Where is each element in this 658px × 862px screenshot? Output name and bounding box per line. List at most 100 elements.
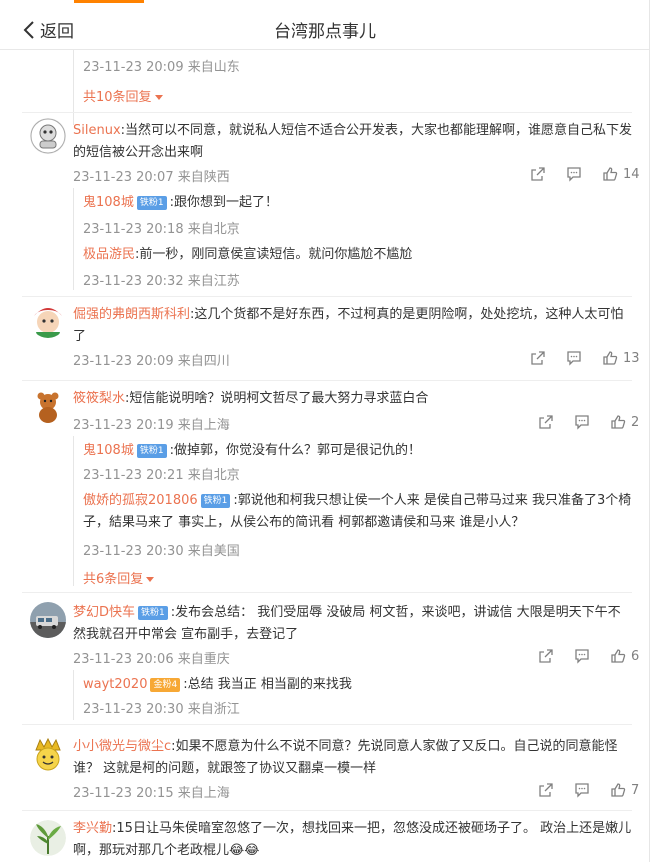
reply-text: 做掉郭，你觉没有什么？郭可是很记仇的！ bbox=[173, 443, 421, 458]
more-replies-link[interactable]: 共10条回复 bbox=[83, 86, 163, 105]
comment-actions: 14 bbox=[530, 166, 640, 182]
share-icon bbox=[539, 415, 553, 429]
reply-meta: 23-11-23 20:21 来自北京 bbox=[83, 468, 240, 483]
share-button[interactable] bbox=[538, 782, 554, 798]
avatar[interactable] bbox=[30, 736, 66, 772]
share-button[interactable] bbox=[538, 414, 554, 430]
like-count: 13 bbox=[623, 350, 640, 366]
comment-button[interactable] bbox=[574, 414, 590, 430]
more-replies-link[interactable]: 共6条回复 bbox=[83, 568, 155, 587]
share-icon bbox=[531, 167, 545, 181]
username-link[interactable]: wayt2020 bbox=[83, 677, 147, 692]
comment-text: 当然可以不同意，就说私人短信不适合公开发表，大家也都能理解啊，谁愿意自己私下发的… bbox=[73, 123, 633, 160]
comment-meta: 23-11-23 20:06 来自重庆 bbox=[73, 652, 230, 667]
comment-body: Silenux:当然可以不同意，就说私人短信不适合公开发表，大家也都能理解啊，谁… bbox=[73, 120, 633, 164]
like-count: 7 bbox=[631, 782, 640, 798]
fan-badge: 铁粉1 bbox=[136, 444, 167, 458]
comment-icon bbox=[575, 783, 589, 798]
comment-body: 梦幻D快车 铁粉1:发布会总结： 我们受屈辱 没破局 柯文哲，来谈吧，讲诚信 大限… bbox=[73, 602, 633, 646]
reply-meta: 23-11-23 20:30 来自浙江 bbox=[83, 702, 240, 717]
like-button[interactable]: 6 bbox=[610, 648, 639, 664]
share-icon bbox=[539, 783, 553, 797]
comment-button[interactable] bbox=[574, 648, 590, 664]
avatar[interactable] bbox=[30, 118, 66, 154]
comment-icon bbox=[567, 167, 581, 182]
comment-body: 小小微光与微尘c:如果不愿意为什么不说不同意？先说同意人家做了又反口。自己说的同… bbox=[73, 736, 633, 780]
divider bbox=[22, 810, 632, 811]
like-icon bbox=[611, 649, 626, 663]
reply-thread-line bbox=[73, 436, 74, 586]
reply-thread-line bbox=[73, 50, 74, 125]
reply-body: 鬼108城 铁粉1:跟你想到一起了！ bbox=[83, 192, 633, 214]
comment-button[interactable] bbox=[566, 166, 582, 182]
laugh-emoji-icon: 😂😂 bbox=[229, 843, 260, 858]
reply-text: 跟你想到一起了！ bbox=[173, 195, 278, 210]
share-icon bbox=[531, 351, 545, 365]
like-button[interactable]: 7 bbox=[610, 782, 639, 798]
comment-actions: 13 bbox=[530, 350, 640, 366]
comment-actions: 7 bbox=[538, 782, 639, 798]
share-icon bbox=[539, 649, 553, 663]
reply-meta: 23-11-23 20:09 来自山东 bbox=[83, 60, 240, 75]
nav-bar: 返回 台湾那点事儿 bbox=[0, 3, 649, 50]
divider bbox=[22, 112, 632, 113]
divider bbox=[22, 724, 632, 725]
like-button[interactable]: 2 bbox=[610, 414, 639, 430]
avatar[interactable] bbox=[30, 602, 66, 638]
page-title: 台湾那点事儿 bbox=[274, 22, 376, 42]
like-count: 14 bbox=[623, 166, 640, 182]
username-link[interactable]: 傲娇的孤寂201806 bbox=[83, 493, 198, 508]
like-icon bbox=[611, 415, 626, 429]
username-link[interactable]: 小小微光与微尘c bbox=[73, 739, 171, 754]
reply-thread-line bbox=[73, 670, 74, 720]
comment-icon bbox=[567, 351, 581, 366]
username-link[interactable]: 鬼108城 bbox=[83, 443, 134, 458]
fan-badge: 金粉4 bbox=[150, 678, 181, 692]
like-count: 6 bbox=[631, 648, 640, 664]
comment-actions: 2 bbox=[538, 414, 639, 430]
comment-meta: 23-11-23 20:19 来自上海 bbox=[73, 418, 230, 433]
share-button[interactable] bbox=[538, 648, 554, 664]
reply-body: 极品游民:前一秒，刚同意侯宣读短信。就问你尴尬不尴尬 bbox=[83, 244, 633, 266]
comment-text: 短信能说明啥？说明柯文哲尽了最大努力寻求蓝白合 bbox=[129, 391, 429, 406]
comment-button[interactable] bbox=[574, 782, 590, 798]
username-link[interactable]: 李兴勤 bbox=[73, 821, 112, 836]
username-link[interactable]: 极品游民 bbox=[83, 247, 135, 262]
comment-meta: 23-11-23 20:07 来自陕西 bbox=[73, 170, 230, 185]
comment-meta: 23-11-23 20:15 来自上海 bbox=[73, 786, 230, 801]
more-replies-label: 共6条回复 bbox=[83, 572, 144, 587]
like-icon bbox=[603, 167, 618, 181]
fan-badge: 铁粉1 bbox=[200, 494, 231, 508]
like-count: 2 bbox=[631, 414, 640, 430]
username-link[interactable]: 鬼108城 bbox=[83, 195, 134, 210]
reply-body: 傲娇的孤寂201806 铁粉1:郭说他和柯我只想让侯一个人来 是侯自己带马过来 我… bbox=[83, 490, 633, 534]
avatar[interactable] bbox=[30, 820, 66, 856]
divider bbox=[22, 296, 632, 297]
divider bbox=[22, 592, 632, 593]
avatar[interactable] bbox=[30, 388, 66, 424]
fan-badge: 铁粉1 bbox=[136, 196, 167, 210]
comment-body: 筱筱梨水:短信能说明啥？说明柯文哲尽了最大努力寻求蓝白合 bbox=[73, 388, 633, 410]
app-frame: 返回 台湾那点事儿 23-11-23 20:09 来自山东 共10条回复 Sil… bbox=[0, 0, 650, 862]
comment-icon bbox=[575, 415, 589, 430]
reply-thread-line bbox=[73, 188, 74, 290]
username-link[interactable]: 倔强的弗朗西斯科利 bbox=[73, 307, 190, 322]
comment-icon bbox=[575, 649, 589, 664]
reply-body: 鬼108城 铁粉1:做掉郭，你觉没有什么？郭可是很记仇的！ bbox=[83, 440, 633, 462]
like-button[interactable]: 14 bbox=[602, 166, 640, 182]
reply-meta: 23-11-23 20:18 来自北京 bbox=[83, 222, 240, 237]
share-button[interactable] bbox=[530, 166, 546, 182]
comment-meta: 23-11-23 20:09 来自四川 bbox=[73, 354, 230, 369]
username-link[interactable]: 筱筱梨水 bbox=[73, 391, 125, 406]
like-icon bbox=[603, 351, 618, 365]
username-link[interactable]: 梦幻D快车 bbox=[73, 605, 135, 620]
reply-meta: 23-11-23 20:32 来自江苏 bbox=[83, 274, 240, 289]
like-button[interactable]: 13 bbox=[602, 350, 640, 366]
username-link[interactable]: Silenux bbox=[73, 123, 121, 138]
comment-actions: 6 bbox=[538, 648, 639, 664]
share-button[interactable] bbox=[530, 350, 546, 366]
fan-badge: 铁粉1 bbox=[138, 606, 168, 620]
reply-body: wayt2020 金粉4:总结 我当正 相当副的来找我 bbox=[83, 674, 633, 696]
avatar[interactable] bbox=[30, 302, 66, 338]
comment-button[interactable] bbox=[566, 350, 582, 366]
